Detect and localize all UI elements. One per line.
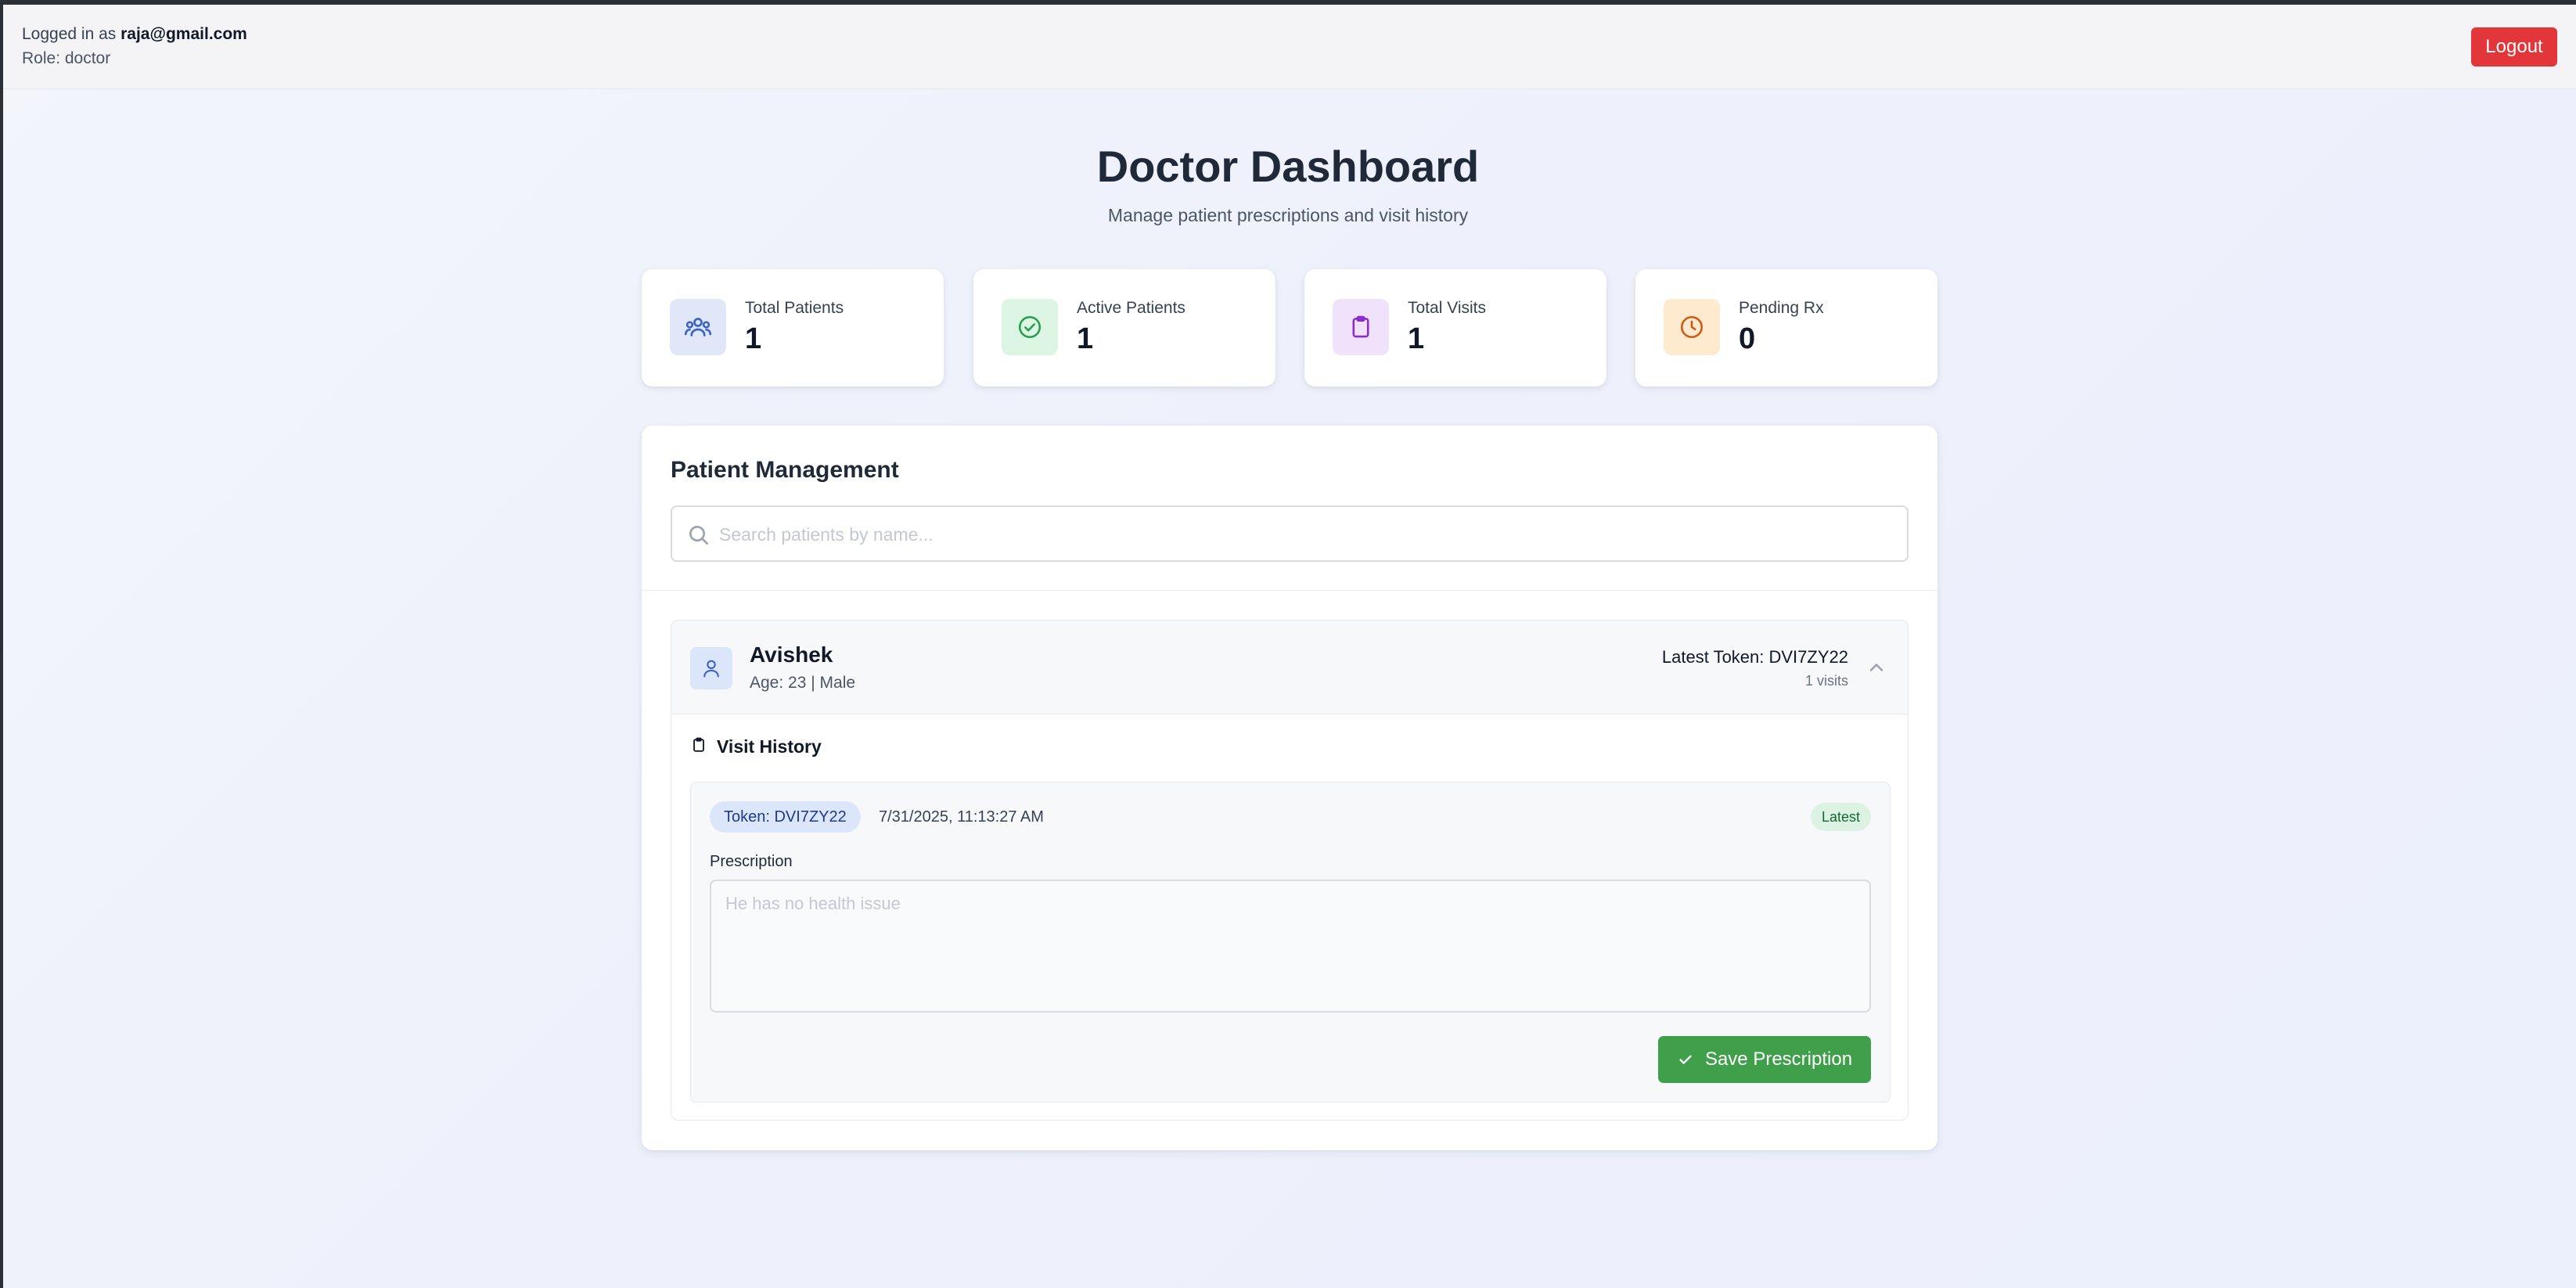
latest-token: Latest Token: DVI7ZY22 [1661, 647, 1848, 667]
clipboard-icon [1333, 299, 1389, 355]
top-bar: Logged in as raja@gmail.com Role: doctor… [3, 5, 2576, 89]
stat-label: Total Visits [1408, 299, 1486, 317]
user-role: Role: doctor [22, 49, 111, 67]
patient-meta: Age: 23 | Male [750, 674, 856, 692]
stat-value: 1 [1077, 322, 1094, 355]
save-prescription-label: Save Prescription [1704, 1049, 1853, 1070]
users-icon [670, 299, 726, 355]
search-box[interactable] [671, 505, 1909, 562]
stat-card-total-patients: Total Patients 1 [642, 269, 944, 387]
prescription-label: Prescription [710, 853, 793, 870]
patient-card-header[interactable]: Avishek Age: 23 | Male Latest Token: DVI… [671, 621, 1908, 714]
stat-card-total-visits: Total Visits 1 [1304, 269, 1606, 387]
search-input[interactable] [719, 515, 1893, 554]
search-icon [686, 523, 711, 548]
visit-history-heading: Visit History [690, 735, 822, 758]
panel-title: Patient Management [671, 457, 899, 483]
stat-value: 1 [745, 322, 762, 355]
stat-card-pending-rx: Pending Rx 0 [1635, 269, 1937, 387]
stat-card-active-patients: Active Patients 1 [973, 269, 1275, 387]
check-circle-icon [1002, 299, 1058, 355]
user-email: raja@gmail.com [121, 25, 247, 43]
page-subtitle: Manage patient prescriptions and visit h… [1107, 205, 1469, 225]
patient-management-panel: Patient Management Avishek Age: 23 | Mal… [642, 426, 1937, 1150]
chevron-up-icon[interactable] [1865, 657, 1887, 678]
check-icon [1677, 1051, 1694, 1068]
latest-badge: Latest [1810, 803, 1871, 831]
prescription-textarea[interactable] [710, 880, 1871, 1013]
patient-name: Avishek [750, 642, 833, 667]
stat-value: 1 [1408, 322, 1425, 355]
clipboard-icon [690, 736, 707, 757]
visits-count: 1 visits [1804, 673, 1848, 689]
clock-icon [1664, 299, 1720, 355]
token-badge: Token: DVI7ZY22 [710, 801, 861, 833]
user-icon [690, 647, 732, 689]
stat-label: Active Patients [1077, 299, 1185, 317]
panel-divider [642, 590, 1937, 591]
window-left-border [0, 0, 3, 1288]
stat-label: Pending Rx [1739, 299, 1824, 317]
stat-label: Total Patients [745, 299, 844, 317]
save-prescription-button[interactable]: Save Prescription [1658, 1036, 1871, 1083]
visit-history-title: Visit History [717, 736, 822, 757]
logout-button[interactable]: Logout [2471, 27, 2557, 67]
visit-datetime: 7/31/2025, 11:13:27 AM [879, 808, 1044, 826]
visit-card: Token: DVI7ZY22 7/31/2025, 11:13:27 AM L… [690, 782, 1891, 1103]
logged-in-info: Logged in as raja@gmail.com [22, 25, 247, 44]
patient-card: Avishek Age: 23 | Male Latest Token: DVI… [671, 620, 1909, 1121]
page-title: Doctor Dashboard [1096, 142, 1480, 191]
logged-in-prefix: Logged in as [22, 25, 117, 43]
stat-value: 0 [1739, 322, 1756, 355]
